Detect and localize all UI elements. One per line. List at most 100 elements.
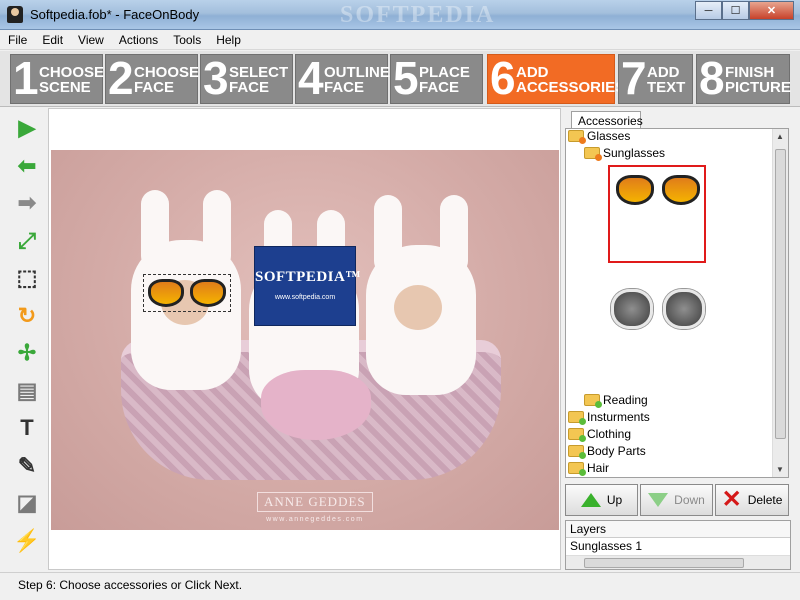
accessories-panel: Accessories Glasses Sunglasses Reading I… bbox=[563, 108, 800, 570]
delete-icon: ✕ bbox=[721, 486, 742, 513]
lens-right bbox=[663, 289, 705, 329]
step-number: 2 bbox=[108, 52, 134, 104]
folder-icon bbox=[584, 394, 602, 408]
tree-label: Glasses bbox=[587, 129, 631, 143]
bunny-ear bbox=[141, 190, 169, 270]
bunny-ear bbox=[440, 195, 468, 275]
step-number: 6 bbox=[490, 52, 516, 104]
layers-scrollbar[interactable] bbox=[566, 555, 790, 569]
menu-bar: File Edit View Actions Tools Help bbox=[0, 30, 800, 50]
layers-header: Layers bbox=[566, 521, 790, 538]
credit-name: ANNE GEDDES bbox=[257, 492, 373, 512]
bunny-ear bbox=[374, 195, 402, 275]
eraser-icon[interactable]: ◪ bbox=[10, 487, 44, 519]
up-button[interactable]: Up bbox=[565, 484, 638, 516]
step-7-button[interactable]: 7 ADD TEXT bbox=[618, 53, 693, 104]
delete-button[interactable]: ✕ Delete bbox=[715, 484, 789, 516]
brush-icon[interactable]: ✎ bbox=[10, 450, 44, 482]
tree-item-glasses[interactable]: Glasses bbox=[568, 129, 631, 144]
scroll-down-icon[interactable]: ▼ bbox=[776, 465, 784, 474]
select-region-icon[interactable]: ⬚ bbox=[10, 262, 44, 294]
back-arrow-icon[interactable]: ⬅ bbox=[10, 150, 44, 182]
layer-row[interactable]: Sunglasses 1 bbox=[566, 538, 790, 554]
maximize-button[interactable]: ☐ bbox=[722, 1, 749, 20]
title-watermark: SOFTPEDIA bbox=[340, 2, 496, 28]
menu-view[interactable]: View bbox=[70, 30, 111, 49]
logo-url: www.softpedia.com bbox=[274, 294, 336, 301]
down-button[interactable]: Down bbox=[640, 484, 713, 516]
layer-buttons: Up Down ✕ Delete bbox=[565, 484, 791, 518]
gradient-icon[interactable]: ▤ bbox=[10, 375, 44, 407]
step-label: PLACE FACE bbox=[419, 64, 470, 96]
tree-item-clothing[interactable]: Clothing bbox=[568, 427, 631, 442]
canvas-area[interactable]: SOFTPEDIA™ www.softpedia.com ANNE GEDDES… bbox=[48, 108, 561, 570]
step-1-button[interactable]: 1 CHOOSE SCENE bbox=[10, 53, 105, 104]
tree-item-reading[interactable]: Reading bbox=[584, 393, 648, 408]
minimize-button[interactable]: ─ bbox=[695, 1, 722, 20]
lens-right bbox=[190, 279, 226, 307]
tree-scrollbar[interactable]: ▲ ▼ bbox=[772, 129, 788, 477]
tree-label: Insturments bbox=[587, 410, 650, 424]
lens-left bbox=[616, 175, 654, 205]
step-number: 8 bbox=[699, 52, 725, 104]
tree-item-instruments[interactable]: Insturments bbox=[568, 410, 650, 425]
fit-expand-icon[interactable]: ⤢ bbox=[10, 225, 44, 257]
tree-label: Reading bbox=[603, 393, 648, 407]
rotate-icon[interactable]: ↻ bbox=[10, 300, 44, 332]
step-label: SELECT FACE bbox=[229, 64, 289, 96]
menu-actions[interactable]: Actions bbox=[111, 30, 165, 49]
credit-site: www.annegeddes.com bbox=[266, 516, 364, 523]
step-label: CHOOSE SCENE bbox=[39, 64, 105, 96]
scrollbar-thumb[interactable] bbox=[775, 149, 786, 439]
button-label: Down bbox=[674, 493, 705, 507]
menu-help[interactable]: Help bbox=[208, 30, 248, 49]
step-4-button[interactable]: 4 OUTLINE FACE bbox=[295, 52, 390, 104]
scrollbar-thumb[interactable] bbox=[584, 558, 744, 568]
sunglasses-thumb-2[interactable] bbox=[611, 289, 705, 329]
step-number: 4 bbox=[298, 52, 324, 104]
play-icon[interactable]: ▶ bbox=[10, 112, 44, 144]
tree-item-sunglasses[interactable]: Sunglasses bbox=[584, 146, 665, 161]
sunglasses-layer[interactable] bbox=[143, 274, 231, 312]
close-button[interactable]: ✕ bbox=[749, 1, 794, 20]
effects-icon[interactable]: ⚡ bbox=[10, 525, 44, 557]
tree-item-body-parts[interactable]: Body Parts bbox=[568, 444, 646, 459]
step-3-button[interactable]: 3 SELECT FACE bbox=[200, 53, 293, 104]
forward-arrow-icon[interactable]: ➡ bbox=[10, 187, 44, 219]
tab-accessories[interactable]: Accessories bbox=[571, 111, 643, 129]
status-bar: Step 6: Choose accessories or Click Next… bbox=[0, 572, 800, 600]
sunglasses-thumb-selected[interactable] bbox=[608, 165, 706, 263]
folder-open-icon bbox=[584, 147, 602, 161]
step-8-button[interactable]: 8 FINISH PICTURE bbox=[696, 52, 791, 104]
softpedia-logo[interactable]: SOFTPEDIA™ www.softpedia.com bbox=[254, 246, 361, 326]
lens-right bbox=[662, 175, 700, 205]
step-label: ADD TEXT bbox=[647, 64, 686, 96]
lens-left bbox=[148, 279, 184, 307]
accessories-tree: Glasses Sunglasses Reading Insturments C… bbox=[565, 128, 789, 478]
step-bar: 1 CHOOSE SCENE 2 CHOOSE FACE 3 SELECT FA… bbox=[0, 51, 800, 107]
baby-bunny-left bbox=[131, 190, 241, 390]
step-2-button[interactable]: 2 CHOOSE FACE bbox=[105, 52, 200, 104]
button-label: Up bbox=[606, 493, 623, 507]
menu-file[interactable]: File bbox=[0, 30, 34, 49]
menu-tools[interactable]: Tools bbox=[165, 30, 208, 49]
step-5-button[interactable]: 5 PLACE FACE bbox=[390, 53, 483, 104]
step-6-button[interactable]: 6 ADD ACCESSORIES bbox=[487, 52, 625, 104]
pink-bow bbox=[261, 370, 371, 440]
step-label: CHOOSE FACE bbox=[134, 64, 200, 96]
logo-title: SOFTPEDIA™ bbox=[255, 269, 361, 285]
collapse-icon[interactable]: ✢ bbox=[10, 337, 44, 369]
folder-icon bbox=[568, 428, 586, 442]
app-icon[interactable] bbox=[7, 6, 23, 23]
menu-edit[interactable]: Edit bbox=[34, 30, 70, 49]
scene-photo[interactable]: SOFTPEDIA™ www.softpedia.com ANNE GEDDES… bbox=[51, 150, 559, 530]
baby-face bbox=[394, 285, 442, 330]
window-controls: ─ ☐ ✕ bbox=[695, 1, 794, 20]
scroll-up-icon[interactable]: ▲ bbox=[776, 132, 784, 141]
button-label: Delete bbox=[747, 493, 783, 507]
left-toolbar: ▶ ⬅ ➡ ⤢ ⬚ ↻ ✢ ▤ T ✎ ◪ ⚡ bbox=[0, 108, 48, 570]
tree-item-hair[interactable]: Hair bbox=[568, 461, 609, 476]
text-tool-icon[interactable]: T bbox=[10, 412, 44, 444]
photo-credit: ANNE GEDDES www.annegeddes.com bbox=[257, 492, 373, 523]
sunglasses-thumbnail bbox=[616, 175, 700, 205]
